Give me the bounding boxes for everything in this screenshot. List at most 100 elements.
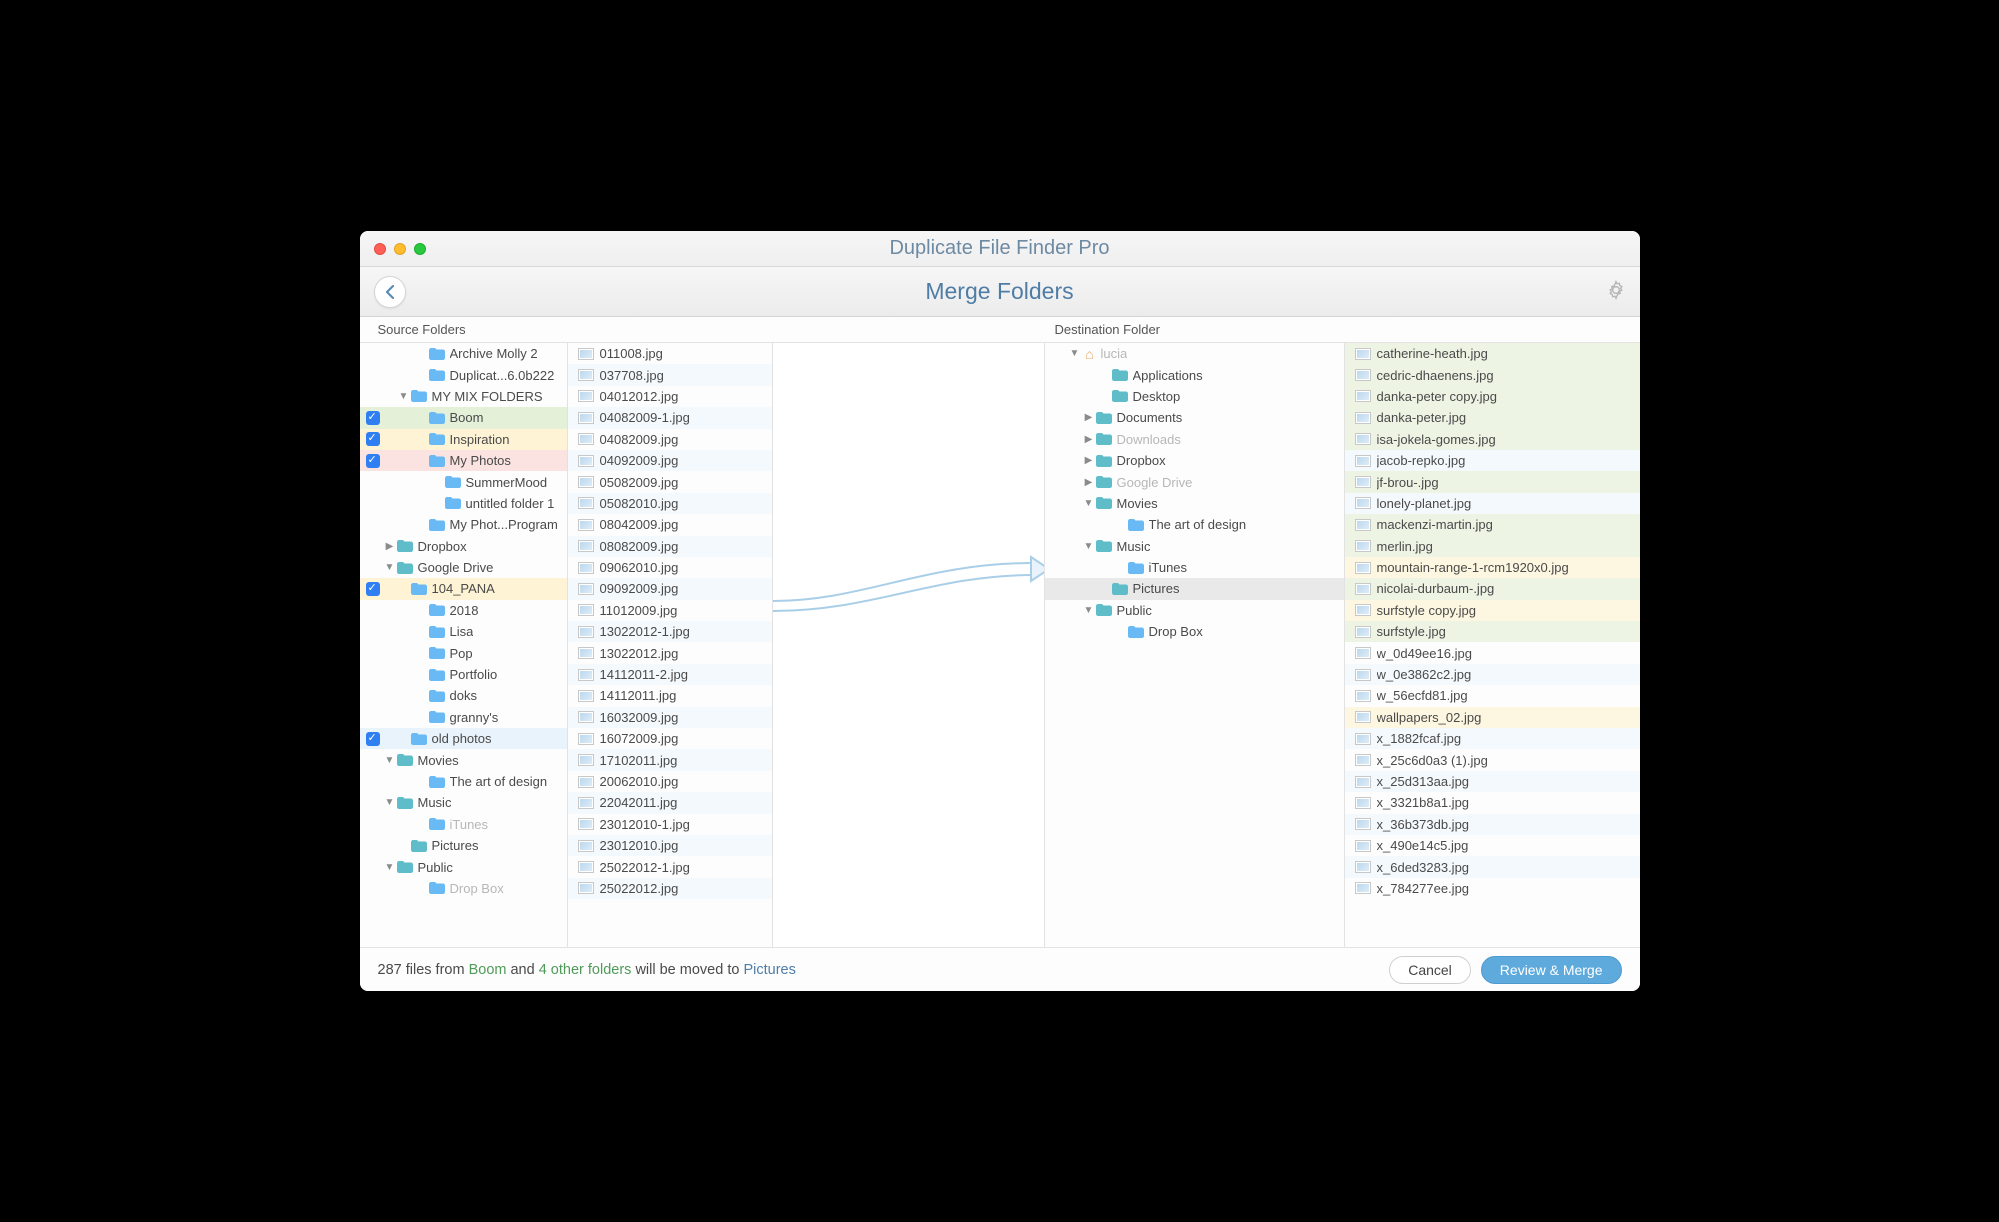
- disclosure-triangle-icon[interactable]: ▼: [384, 755, 396, 766]
- status-others-link[interactable]: 4 other folders: [539, 962, 632, 978]
- file-row[interactable]: 11012009.jpg: [568, 600, 772, 621]
- destination-tree[interactable]: ▼⌂luciaApplicationsDesktop▶Documents▶Dow…: [1045, 343, 1345, 947]
- file-row[interactable]: x_3321b8a1.jpg: [1345, 792, 1640, 813]
- tree-item[interactable]: ▶Downloads: [1045, 429, 1344, 450]
- status-source-link[interactable]: Boom: [469, 962, 507, 978]
- tree-item[interactable]: 104_PANA: [360, 578, 567, 599]
- disclosure-triangle-icon[interactable]: ▼: [384, 862, 396, 873]
- file-row[interactable]: 05082009.jpg: [568, 471, 772, 492]
- tree-item[interactable]: Boom: [360, 407, 567, 428]
- tree-item[interactable]: The art of design: [1045, 514, 1344, 535]
- file-row[interactable]: wallpapers_02.jpg: [1345, 707, 1640, 728]
- file-row[interactable]: 04012012.jpg: [568, 386, 772, 407]
- tree-item[interactable]: Drop Box: [360, 878, 567, 899]
- disclosure-triangle-icon[interactable]: ▼: [1083, 605, 1095, 616]
- file-row[interactable]: w_0e3862c2.jpg: [1345, 664, 1640, 685]
- source-tree[interactable]: Archive Molly 2Duplicat...6.0b222▼MY MIX…: [360, 343, 568, 947]
- file-row[interactable]: x_25c6d0a3 (1).jpg: [1345, 749, 1640, 770]
- disclosure-triangle-icon[interactable]: ▼: [1069, 348, 1081, 359]
- file-row[interactable]: 23012010.jpg: [568, 835, 772, 856]
- file-row[interactable]: x_1882fcaf.jpg: [1345, 728, 1640, 749]
- tree-item[interactable]: untitled folder 1: [360, 493, 567, 514]
- tree-item[interactable]: ▼⌂lucia: [1045, 343, 1344, 364]
- checkbox[interactable]: [366, 411, 380, 425]
- file-row[interactable]: 23012010-1.jpg: [568, 814, 772, 835]
- tree-item[interactable]: ▼MY MIX FOLDERS: [360, 386, 567, 407]
- file-row[interactable]: 25022012.jpg: [568, 878, 772, 899]
- file-row[interactable]: 05082010.jpg: [568, 493, 772, 514]
- tree-item[interactable]: old photos: [360, 728, 567, 749]
- checkbox[interactable]: [366, 582, 380, 596]
- file-row[interactable]: 08082009.jpg: [568, 536, 772, 557]
- tree-item[interactable]: ▼Movies: [1045, 493, 1344, 514]
- tree-item[interactable]: My Photos: [360, 450, 567, 471]
- file-row[interactable]: 09062010.jpg: [568, 557, 772, 578]
- checkbox[interactable]: [366, 432, 380, 446]
- tree-item[interactable]: ▶Dropbox: [1045, 450, 1344, 471]
- disclosure-triangle-icon[interactable]: ▶: [384, 541, 396, 552]
- file-row[interactable]: 25022012-1.jpg: [568, 856, 772, 877]
- tree-item[interactable]: Pictures: [360, 835, 567, 856]
- tree-item[interactable]: ▼Public: [1045, 600, 1344, 621]
- file-row[interactable]: jacob-repko.jpg: [1345, 450, 1640, 471]
- file-row[interactable]: x_490e14c5.jpg: [1345, 835, 1640, 856]
- checkbox[interactable]: [366, 454, 380, 468]
- file-row[interactable]: 17102011.jpg: [568, 749, 772, 770]
- tree-item[interactable]: Drop Box: [1045, 621, 1344, 642]
- tree-item[interactable]: Pop: [360, 642, 567, 663]
- tree-item[interactable]: The art of design: [360, 771, 567, 792]
- file-row[interactable]: danka-peter.jpg: [1345, 407, 1640, 428]
- file-row[interactable]: danka-peter copy.jpg: [1345, 386, 1640, 407]
- disclosure-triangle-icon[interactable]: ▶: [1083, 412, 1095, 423]
- file-row[interactable]: x_6ded3283.jpg: [1345, 856, 1640, 877]
- tree-item[interactable]: ▼Music: [360, 792, 567, 813]
- tree-item[interactable]: ▶Google Drive: [1045, 471, 1344, 492]
- file-row[interactable]: 16032009.jpg: [568, 707, 772, 728]
- tree-item[interactable]: Applications: [1045, 364, 1344, 385]
- tree-item[interactable]: granny's: [360, 707, 567, 728]
- disclosure-triangle-icon[interactable]: ▼: [384, 797, 396, 808]
- tree-item[interactable]: Archive Molly 2: [360, 343, 567, 364]
- review-merge-button[interactable]: Review & Merge: [1481, 956, 1622, 984]
- tree-item[interactable]: iTunes: [1045, 557, 1344, 578]
- tree-item[interactable]: 2018: [360, 600, 567, 621]
- disclosure-triangle-icon[interactable]: ▶: [1083, 477, 1095, 488]
- file-row[interactable]: x_25d313aa.jpg: [1345, 771, 1640, 792]
- file-row[interactable]: nicolai-durbaum-.jpg: [1345, 578, 1640, 599]
- source-file-list[interactable]: 011008.jpg037708.jpg04012012.jpg04082009…: [568, 343, 773, 947]
- disclosure-triangle-icon[interactable]: ▼: [398, 391, 410, 402]
- tree-item[interactable]: Desktop: [1045, 386, 1344, 407]
- file-row[interactable]: 13022012.jpg: [568, 642, 772, 663]
- file-row[interactable]: 04082009.jpg: [568, 429, 772, 450]
- file-row[interactable]: surfstyle copy.jpg: [1345, 600, 1640, 621]
- disclosure-triangle-icon[interactable]: ▼: [1083, 541, 1095, 552]
- tree-item[interactable]: Duplicat...6.0b222: [360, 364, 567, 385]
- tree-item[interactable]: SummerMood: [360, 471, 567, 492]
- file-row[interactable]: mountain-range-1-rcm1920x0.jpg: [1345, 557, 1640, 578]
- checkbox[interactable]: [366, 732, 380, 746]
- file-row[interactable]: 09092009.jpg: [568, 578, 772, 599]
- tree-item[interactable]: My Phot...Program: [360, 514, 567, 535]
- tree-item[interactable]: Pictures: [1045, 578, 1344, 599]
- disclosure-triangle-icon[interactable]: ▼: [384, 562, 396, 573]
- cancel-button[interactable]: Cancel: [1389, 956, 1471, 984]
- file-row[interactable]: cedric-dhaenens.jpg: [1345, 364, 1640, 385]
- file-row[interactable]: merlin.jpg: [1345, 536, 1640, 557]
- tree-item[interactable]: ▼Google Drive: [360, 557, 567, 578]
- file-row[interactable]: w_0d49ee16.jpg: [1345, 642, 1640, 663]
- file-row[interactable]: catherine-heath.jpg: [1345, 343, 1640, 364]
- tree-item[interactable]: ▼Movies: [360, 749, 567, 770]
- tree-item[interactable]: ▶Dropbox: [360, 536, 567, 557]
- file-row[interactable]: mackenzi-martin.jpg: [1345, 514, 1640, 535]
- file-row[interactable]: jf-brou-.jpg: [1345, 471, 1640, 492]
- tree-item[interactable]: ▼Public: [360, 856, 567, 877]
- tree-item[interactable]: Lisa: [360, 621, 567, 642]
- tree-item[interactable]: ▼Music: [1045, 536, 1344, 557]
- file-row[interactable]: isa-jokela-gomes.jpg: [1345, 429, 1640, 450]
- file-row[interactable]: x_784277ee.jpg: [1345, 878, 1640, 899]
- file-row[interactable]: 08042009.jpg: [568, 514, 772, 535]
- file-row[interactable]: 04082009-1.jpg: [568, 407, 772, 428]
- file-row[interactable]: 14112011-2.jpg: [568, 664, 772, 685]
- destination-file-list[interactable]: catherine-heath.jpgcedric-dhaenens.jpgda…: [1345, 343, 1640, 947]
- file-row[interactable]: 04092009.jpg: [568, 450, 772, 471]
